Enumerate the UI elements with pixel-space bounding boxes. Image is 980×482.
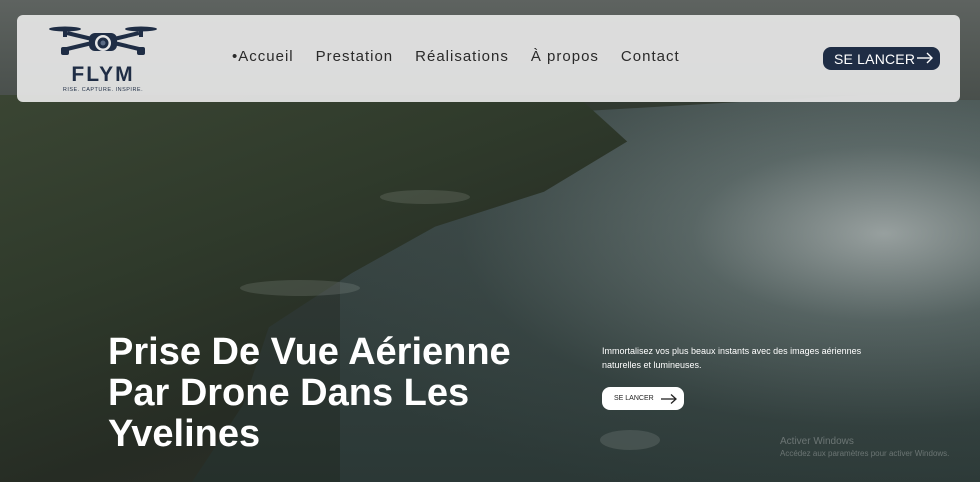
- foam-patch: [600, 430, 660, 450]
- watermark-line-1: Activer Windows: [780, 436, 854, 447]
- watermark-line-2: Accédez aux paramètres pour activer Wind…: [780, 449, 950, 458]
- foam-patch: [380, 190, 470, 204]
- hero-cta-button[interactable]: SE LANCER: [602, 387, 684, 410]
- drone-icon: [49, 26, 157, 55]
- hero-subtitle: Immortalisez vos plus beaux instants ave…: [602, 346, 862, 370]
- arrow-right-icon: [917, 52, 933, 64]
- foam-patch: [240, 280, 360, 296]
- windows-activation-watermark: Activer Windows Accédez aux paramètres p…: [780, 436, 949, 458]
- header-cta-label: SE LANCER: [834, 50, 916, 67]
- site-header: FLYM RISE. CAPTURE. INSPIRE. •Accueil Pr…: [17, 15, 960, 102]
- hero-cta-label: SE LANCER: [614, 395, 654, 402]
- brand-logo[interactable]: FLYM RISE. CAPTURE. INSPIRE.: [47, 23, 159, 95]
- main-nav: •Accueil Prestation Réalisations À propo…: [232, 48, 680, 65]
- brand-tagline: RISE. CAPTURE. INSPIRE.: [62, 87, 144, 93]
- hero-section: FLYM RISE. CAPTURE. INSPIRE. •Accueil Pr…: [0, 0, 980, 482]
- hero-headline: Prise De Vue Aérienne Par Drone Dans Les…: [108, 331, 511, 455]
- nav-item-accueil[interactable]: •Accueil: [232, 48, 294, 65]
- arrow-right-icon: [661, 394, 677, 404]
- nav-item-prestation[interactable]: Prestation: [316, 48, 394, 65]
- nav-item-a-propos[interactable]: À propos: [531, 48, 599, 65]
- brand-name: FLYM: [71, 63, 135, 86]
- nav-item-realisations[interactable]: Réalisations: [415, 48, 509, 65]
- nav-item-contact[interactable]: Contact: [621, 48, 680, 65]
- header-cta-button[interactable]: SE LANCER: [823, 47, 940, 70]
